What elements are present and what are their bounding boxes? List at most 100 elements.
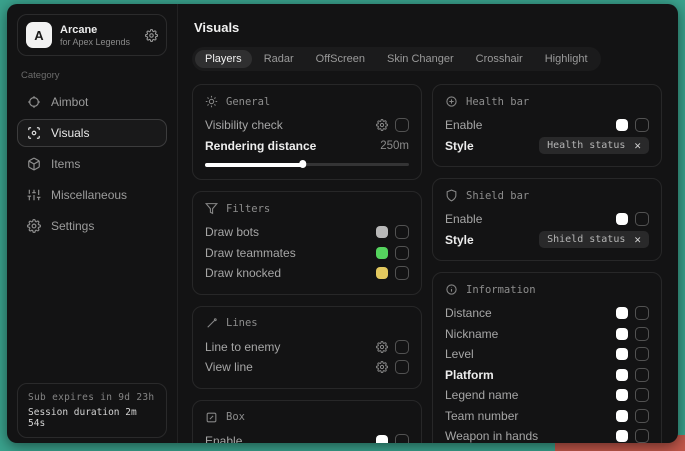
distance-color-swatch[interactable] [616, 307, 628, 319]
draw-teammates-color-swatch[interactable] [376, 247, 388, 259]
app-subtitle: for Apex Legends [60, 37, 130, 47]
health-enable-checkbox[interactable] [635, 118, 649, 132]
sidebar: A Arcane for Apex Legends Category Aimbo… [7, 4, 178, 443]
draw-knocked-row: Draw knocked [205, 263, 409, 284]
clear-icon[interactable]: ✕ [634, 234, 641, 245]
tab-highlight[interactable]: Highlight [535, 50, 598, 68]
info-distance-row: Distance [445, 303, 649, 324]
sub-expires-text: Sub expires in 9d 23h [28, 392, 156, 403]
subscription-card: Sub expires in 9d 23h Session duration 2… [17, 383, 167, 438]
slider-fill [205, 163, 303, 167]
slider-thumb[interactable] [299, 160, 307, 168]
shield-style-select[interactable]: Shield status ✕ [539, 231, 649, 248]
level-color-swatch[interactable] [616, 348, 628, 360]
filters-card-header: Filters [205, 202, 409, 215]
draw-teammates-checkbox[interactable] [395, 246, 409, 260]
draw-bots-checkbox[interactable] [395, 225, 409, 239]
tab-players[interactable]: Players [195, 50, 252, 68]
box-enable-checkbox[interactable] [395, 434, 409, 443]
sidebar-item-miscellaneous[interactable]: Miscellaneous [17, 181, 167, 209]
info-icon [445, 283, 458, 296]
view-line-row: View line [205, 357, 409, 378]
health-style-row: Style Health status ✕ [445, 136, 649, 157]
weapon-color-swatch[interactable] [616, 430, 628, 442]
box-enable-color-swatch[interactable] [376, 435, 388, 443]
line-to-enemy-checkbox[interactable] [395, 340, 409, 354]
draw-bots-row: Draw bots [205, 222, 409, 243]
visibility-check-checkbox[interactable] [395, 118, 409, 132]
info-level-row: Level [445, 344, 649, 365]
level-checkbox[interactable] [635, 347, 649, 361]
health-enable-color-swatch[interactable] [616, 119, 628, 131]
gear-icon[interactable] [376, 361, 388, 373]
team-number-checkbox[interactable] [635, 409, 649, 423]
session-duration-text: Session duration 2m 54s [28, 407, 156, 429]
sidebar-item-settings[interactable]: Settings [17, 212, 167, 240]
game-backdrop: A Arcane for Apex Legends Category Aimbo… [0, 0, 685, 451]
brand-settings-icon[interactable] [145, 29, 158, 42]
gear-icon[interactable] [376, 341, 388, 353]
shield-icon [445, 189, 458, 202]
visibility-check-row: Visibility check [205, 115, 409, 136]
filters-card: Filters Draw bots Draw teammates [192, 191, 422, 295]
tab-offscreen[interactable]: OffScreen [306, 50, 375, 68]
information-card-header: Information [445, 283, 649, 296]
draw-bots-color-swatch[interactable] [376, 226, 388, 238]
sidebar-item-aimbot[interactable]: Aimbot [17, 88, 167, 116]
right-column: Health bar Enable Style H [432, 84, 662, 443]
platform-color-swatch[interactable] [616, 369, 628, 381]
tab-crosshair[interactable]: Crosshair [466, 50, 533, 68]
category-label: Category [21, 70, 163, 81]
card-title: Box [226, 411, 245, 423]
health-bar-card-header: Health bar [445, 95, 649, 108]
left-column: General Visibility check [192, 84, 422, 443]
health-style-value: Health status [547, 140, 625, 151]
distance-checkbox[interactable] [635, 306, 649, 320]
sidebar-nav: Aimbot Visuals Items [17, 88, 167, 243]
shield-enable-color-swatch[interactable] [616, 213, 628, 225]
box-enable-row: Enable [205, 431, 409, 444]
shield-style-value: Shield status [547, 234, 625, 245]
tab-radar[interactable]: Radar [254, 50, 304, 68]
nickname-color-swatch[interactable] [616, 328, 628, 340]
diagonal-line-icon [205, 317, 218, 330]
platform-checkbox[interactable] [635, 368, 649, 382]
gear-icon[interactable] [376, 119, 388, 131]
draw-knocked-color-swatch[interactable] [376, 267, 388, 279]
box-card-header: Box [205, 411, 409, 424]
rendering-distance-slider[interactable] [205, 160, 409, 169]
legend-name-checkbox[interactable] [635, 388, 649, 402]
sidebar-item-label: Settings [51, 219, 94, 233]
sidebar-item-items[interactable]: Items [17, 150, 167, 178]
team-number-color-swatch[interactable] [616, 410, 628, 422]
app-name: Arcane [60, 24, 130, 36]
sidebar-item-label: Aimbot [51, 95, 88, 109]
clear-icon[interactable]: ✕ [634, 140, 641, 151]
shield-bar-card: Shield bar Enable Style S [432, 178, 662, 261]
box-card: Box Enable Enable background [192, 400, 422, 444]
page-title: Visuals [194, 20, 662, 35]
general-card-header: General [205, 95, 409, 108]
sidebar-item-visuals[interactable]: Visuals [17, 119, 167, 147]
card-title: Filters [226, 203, 270, 215]
info-nickname-row: Nickname [445, 324, 649, 345]
shield-enable-checkbox[interactable] [635, 212, 649, 226]
info-platform-row: Platform [445, 365, 649, 386]
weapon-checkbox[interactable] [635, 429, 649, 443]
view-line-checkbox[interactable] [395, 360, 409, 374]
info-team-number-row: Team number [445, 406, 649, 427]
legend-name-color-swatch[interactable] [616, 389, 628, 401]
draw-knocked-checkbox[interactable] [395, 266, 409, 280]
lines-card: Lines Line to enemy [192, 306, 422, 389]
shield-bar-card-header: Shield bar [445, 189, 649, 202]
card-title: Lines [226, 317, 258, 329]
rendering-distance-row: Rendering distance 250m [205, 136, 409, 157]
nickname-checkbox[interactable] [635, 327, 649, 341]
health-style-select[interactable]: Health status ✕ [539, 137, 649, 154]
health-enable-row: Enable [445, 115, 649, 136]
information-card: Information Distance Nickname [432, 272, 662, 443]
box-icon [205, 411, 218, 424]
sidebar-item-label: Items [51, 157, 80, 171]
tab-skin-changer[interactable]: Skin Changer [377, 50, 464, 68]
gear-icon [27, 219, 41, 233]
